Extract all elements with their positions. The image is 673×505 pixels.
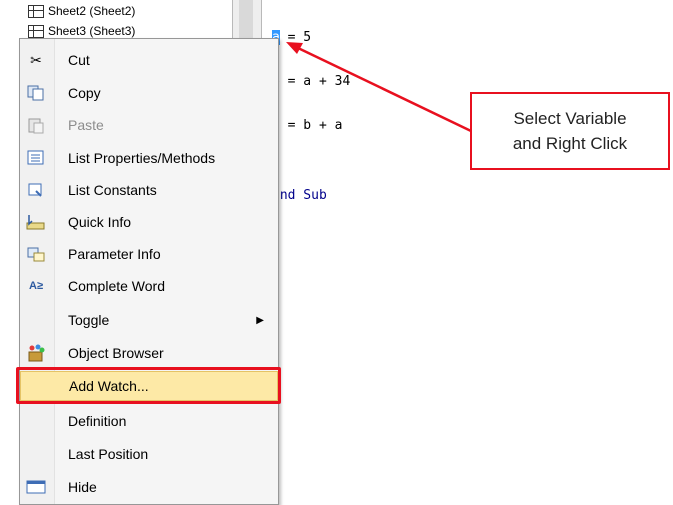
annotation-arrow xyxy=(286,42,472,133)
callout-line-1: Select Variable xyxy=(513,109,627,128)
annotation-callout: Select Variable and Right Click xyxy=(470,92,670,170)
callout-line-2: and Right Click xyxy=(512,134,628,153)
